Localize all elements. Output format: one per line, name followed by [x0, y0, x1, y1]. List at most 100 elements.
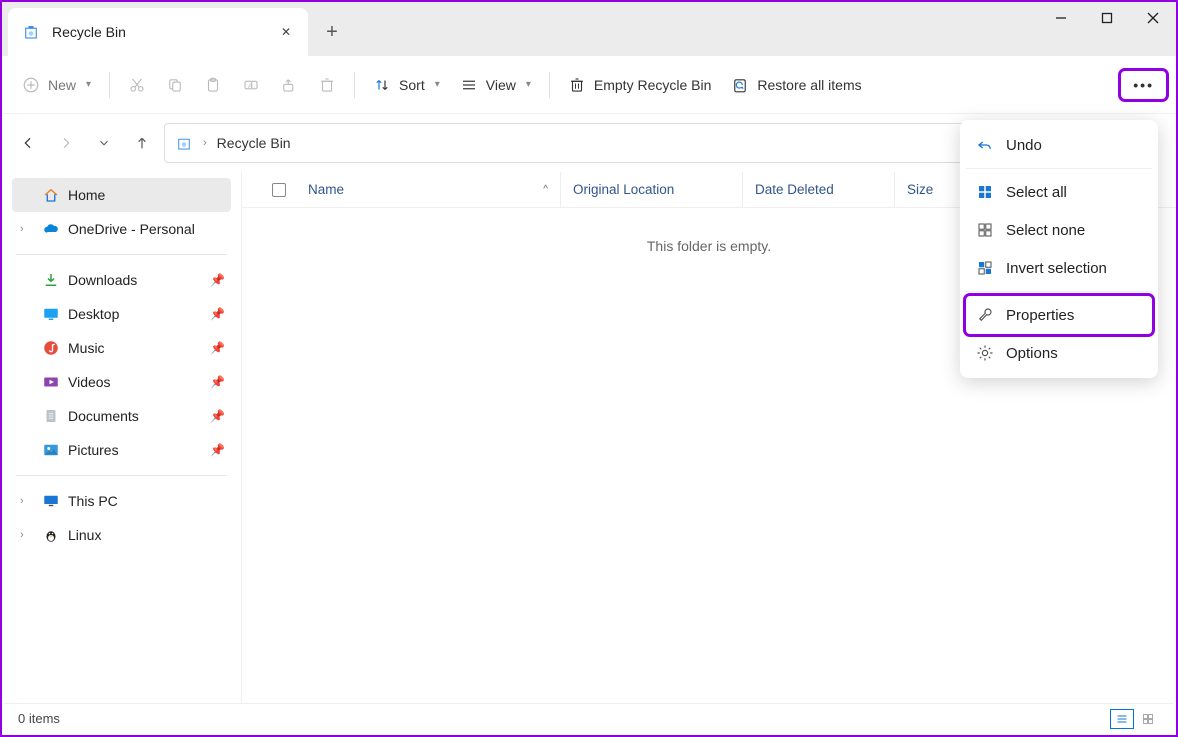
- sidebar-label: This PC: [68, 493, 118, 509]
- empty-recycle-bin-button[interactable]: Empty Recycle Bin: [558, 70, 721, 100]
- thumbnails-view-button[interactable]: [1136, 709, 1160, 729]
- column-date-deleted[interactable]: Date Deleted: [743, 172, 895, 207]
- ellipsis-icon: •••: [1133, 77, 1154, 93]
- sidebar-item-videos[interactable]: Videos 📌: [12, 365, 231, 399]
- pin-icon[interactable]: 📌: [210, 375, 225, 389]
- expand-icon[interactable]: ›: [20, 495, 34, 507]
- expand-icon[interactable]: ›: [20, 529, 34, 541]
- pin-icon[interactable]: 📌: [210, 409, 225, 423]
- sidebar-item-desktop[interactable]: Desktop 📌: [12, 297, 231, 331]
- sidebar-item-downloads[interactable]: Downloads 📌: [12, 263, 231, 297]
- rename-button[interactable]: A: [232, 70, 270, 100]
- view-mode-switch: [1110, 709, 1160, 729]
- invert-selection-icon: [976, 259, 994, 277]
- sidebar-label: Pictures: [68, 442, 119, 458]
- sort-icon: [373, 76, 391, 94]
- sidebar-item-thispc[interactable]: › This PC: [12, 484, 231, 518]
- close-window-button[interactable]: [1130, 2, 1176, 34]
- sidebar-item-onedrive[interactable]: › OneDrive - Personal: [12, 212, 231, 246]
- select-all-checkbox[interactable]: [262, 183, 296, 197]
- separator: [16, 254, 227, 255]
- restore-icon: [731, 76, 749, 94]
- download-icon: [42, 271, 60, 289]
- restore-all-button[interactable]: Restore all items: [721, 70, 871, 100]
- new-label: New: [48, 77, 76, 93]
- back-button[interactable]: [12, 127, 44, 159]
- tab-recycle-bin[interactable]: Recycle Bin ✕: [8, 8, 308, 56]
- sidebar-label: Documents: [68, 408, 139, 424]
- recycle-bin-icon: [175, 134, 193, 152]
- separator: [966, 168, 1152, 169]
- restore-label: Restore all items: [757, 77, 861, 93]
- column-name[interactable]: Name^: [296, 172, 561, 207]
- delete-button[interactable]: [308, 70, 346, 100]
- pin-icon[interactable]: 📌: [210, 273, 225, 287]
- cloud-icon: [42, 220, 60, 238]
- rename-icon: A: [242, 76, 260, 94]
- menu-select-none[interactable]: Select none: [966, 211, 1152, 249]
- undo-icon: [976, 136, 994, 154]
- menu-label: Undo: [1006, 137, 1042, 154]
- recent-locations-button[interactable]: [88, 127, 120, 159]
- share-icon: [280, 76, 298, 94]
- separator: [966, 291, 1152, 292]
- close-tab-icon[interactable]: ✕: [276, 22, 296, 42]
- status-bar: 0 items: [4, 703, 1174, 733]
- paste-button[interactable]: [194, 70, 232, 100]
- see-more-button[interactable]: •••: [1121, 71, 1166, 99]
- pin-icon[interactable]: 📌: [210, 341, 225, 355]
- menu-label: Invert selection: [1006, 260, 1107, 277]
- view-button[interactable]: View ▾: [450, 70, 541, 100]
- sidebar-item-linux[interactable]: › Linux: [12, 518, 231, 552]
- empty-label: Empty Recycle Bin: [594, 77, 711, 93]
- chevron-down-icon: ▾: [526, 79, 531, 90]
- pin-icon[interactable]: 📌: [210, 443, 225, 457]
- up-button[interactable]: [126, 127, 158, 159]
- expand-icon[interactable]: ›: [20, 223, 34, 235]
- sort-button[interactable]: Sort ▾: [363, 70, 450, 100]
- menu-properties[interactable]: Properties: [966, 296, 1152, 334]
- see-more-menu: Undo Select all Select none Invert selec…: [960, 120, 1158, 378]
- minimize-button[interactable]: [1038, 2, 1084, 34]
- menu-options[interactable]: Options: [966, 334, 1152, 372]
- title-bar: Recycle Bin ✕ +: [2, 2, 1176, 56]
- document-icon: [42, 407, 60, 425]
- command-bar: New ▾ A Sort ▾ View ▾ Empty Recycle Bin …: [2, 56, 1176, 114]
- new-tab-button[interactable]: +: [312, 8, 352, 56]
- sidebar-item-documents[interactable]: Documents 📌: [12, 399, 231, 433]
- sidebar-label: Downloads: [68, 272, 137, 288]
- menu-select-all[interactable]: Select all: [966, 173, 1152, 211]
- share-button[interactable]: [270, 70, 308, 100]
- video-icon: [42, 373, 60, 391]
- sidebar-label: Videos: [68, 374, 111, 390]
- view-label: View: [486, 77, 516, 93]
- column-original-location[interactable]: Original Location: [561, 172, 743, 207]
- menu-undo[interactable]: Undo: [966, 126, 1152, 164]
- pin-icon[interactable]: 📌: [210, 307, 225, 321]
- sidebar-item-pictures[interactable]: Pictures 📌: [12, 433, 231, 467]
- sidebar-label: Linux: [68, 527, 101, 543]
- tab-title: Recycle Bin: [52, 24, 126, 40]
- separator: [109, 72, 110, 98]
- window-controls: [1038, 2, 1176, 56]
- menu-label: Properties: [1006, 307, 1074, 324]
- item-count: 0 items: [18, 711, 60, 726]
- chevron-down-icon: ▾: [435, 79, 440, 90]
- sort-asc-icon: ^: [543, 184, 548, 195]
- menu-invert-selection[interactable]: Invert selection: [966, 249, 1152, 287]
- sidebar-item-music[interactable]: Music 📌: [12, 331, 231, 365]
- breadcrumb-separator: ›: [203, 137, 207, 149]
- sidebar-label: Home: [68, 187, 105, 203]
- home-icon: [42, 186, 60, 204]
- maximize-button[interactable]: [1084, 2, 1130, 34]
- separator: [16, 475, 227, 476]
- copy-button[interactable]: [156, 70, 194, 100]
- new-button[interactable]: New ▾: [12, 70, 101, 100]
- sidebar-item-home[interactable]: Home: [12, 178, 231, 212]
- details-view-button[interactable]: [1110, 709, 1134, 729]
- cut-button[interactable]: [118, 70, 156, 100]
- forward-button[interactable]: [50, 127, 82, 159]
- sidebar-label: Desktop: [68, 306, 119, 322]
- breadcrumb-location[interactable]: Recycle Bin: [217, 135, 291, 151]
- menu-label: Select none: [1006, 222, 1085, 239]
